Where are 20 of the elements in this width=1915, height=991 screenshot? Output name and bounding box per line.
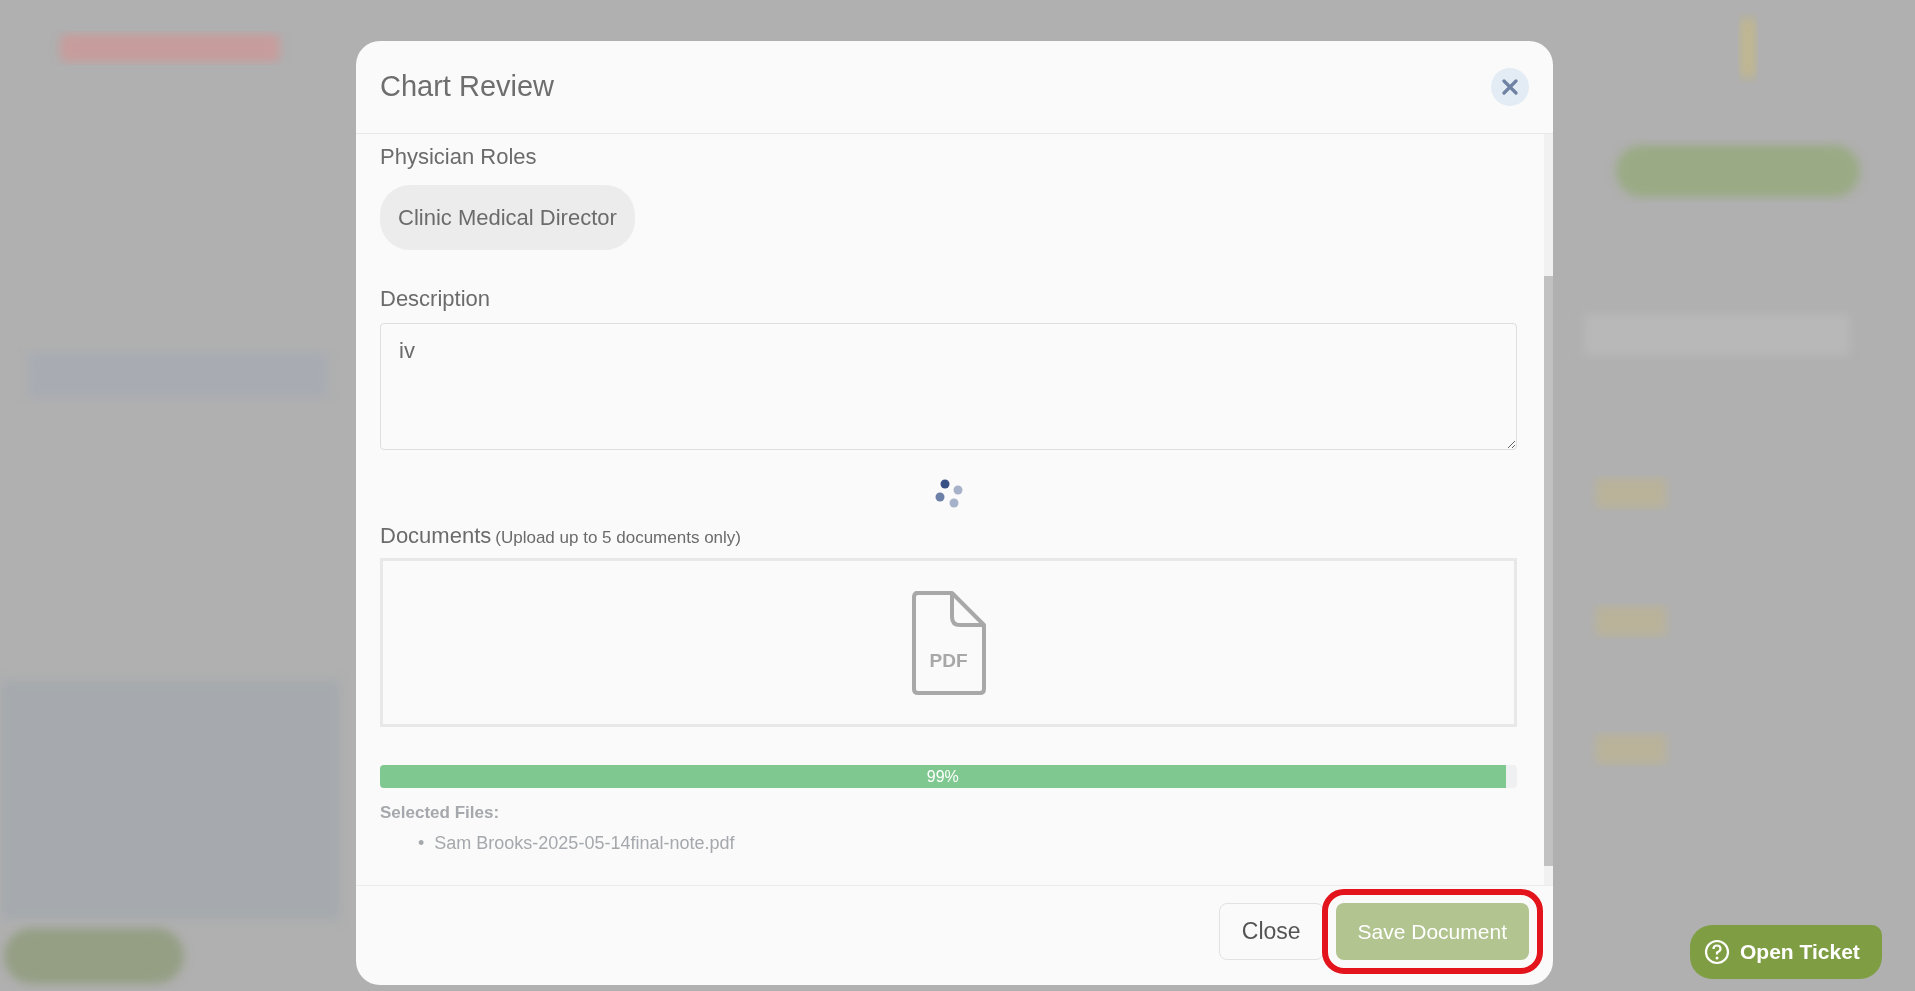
drop-zone[interactable]: PDF <box>380 558 1517 727</box>
upload-hint: (Upload up to 5 documents only) <box>495 527 741 549</box>
dialog-title: Chart Review <box>380 69 555 105</box>
close-button[interactable] <box>1491 68 1529 106</box>
field-label: Description <box>380 285 492 313</box>
selected-files-label: Selected Files: <box>380 802 501 824</box>
file-icon <box>911 590 986 695</box>
field-label: Documents <box>380 522 492 550</box>
progress-fill: 99% <box>380 765 1506 788</box>
field-label: Physician Roles <box>380 143 538 171</box>
file-name: Sam Brooks-2025-05-14final-note.pdf <box>434 831 735 855</box>
close-icon <box>1502 79 1518 95</box>
bullet: • <box>418 831 425 855</box>
help-icon <box>1704 939 1730 965</box>
close-button[interactable]: Close <box>1218 903 1324 960</box>
open-ticket-button[interactable]: Open Ticket <box>1690 925 1882 979</box>
scrollbar-thumb[interactable] <box>1544 276 1553 866</box>
description-field[interactable]: iv <box>380 323 1517 450</box>
role-chip: Clinic Medical Director <box>380 185 635 250</box>
file-type-label: PDF <box>928 648 969 673</box>
